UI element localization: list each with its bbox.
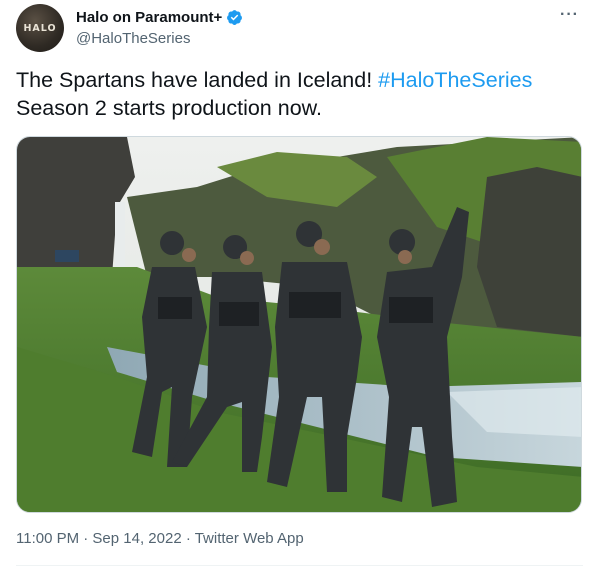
tweet-photo[interactable] — [16, 136, 582, 513]
tweet-text-part1: The Spartans have landed in Iceland! — [16, 68, 379, 92]
tweet-text-part2: Season 2 starts production now. — [16, 96, 322, 120]
verified-badge-icon — [227, 10, 243, 25]
tweet-timestamp[interactable]: 11:00 PM · Sep 14, 2022 · Twitter Web Ap… — [16, 530, 304, 547]
author-avatar[interactable]: HALO — [16, 4, 64, 52]
tweet-text: The Spartans have landed in Iceland! #Ha… — [16, 66, 576, 122]
avatar-logo: HALO — [23, 22, 57, 34]
divider — [16, 565, 583, 566]
author-display-name[interactable]: Halo on Paramount+ — [76, 9, 222, 26]
author-handle[interactable]: @HaloTheSeries — [76, 30, 190, 47]
author-name-row[interactable]: Halo on Paramount+ — [76, 9, 243, 26]
hashtag-link[interactable]: #HaloTheSeries — [378, 68, 532, 92]
tweet: HALO Halo on Paramount+ @HaloTheSeries ·… — [0, 0, 591, 567]
more-options-icon[interactable]: ··· — [560, 6, 579, 24]
photo-image — [17, 137, 581, 512]
